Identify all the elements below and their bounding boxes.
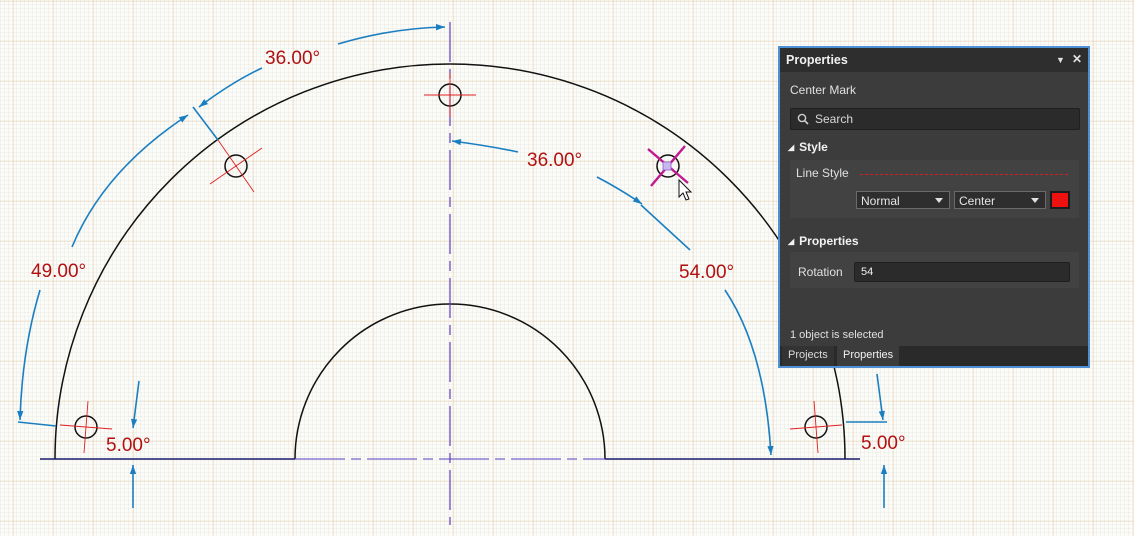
style-section-header[interactable]: ◢ Style [788, 140, 828, 154]
collapse-triangle-icon[interactable]: ◢ [788, 143, 794, 152]
panel-title: Properties [786, 53, 848, 67]
line-type-dropdown[interactable]: Center [954, 191, 1046, 209]
panel-menu-icon[interactable]: ▼ [1056, 55, 1065, 65]
chevron-down-icon [1031, 198, 1039, 203]
tab-properties[interactable]: Properties [837, 346, 900, 366]
panel-titlebar[interactable]: Properties ▼ ✕ [780, 48, 1088, 72]
line-width-value: Normal [861, 194, 900, 208]
selection-status: 1 object is selected [790, 329, 884, 341]
dim-text-right[interactable]: 36.00° [527, 150, 582, 171]
dim-text-left[interactable]: 49.00° [31, 261, 86, 282]
line-width-dropdown[interactable]: Normal [856, 191, 950, 209]
properties-section-header[interactable]: ◢ Properties [788, 234, 859, 248]
tab-projects[interactable]: Projects [782, 346, 834, 366]
rotation-label: Rotation [798, 265, 843, 279]
chevron-down-icon [935, 198, 943, 203]
close-icon[interactable]: ✕ [1072, 52, 1082, 66]
line-style-label: Line Style [796, 166, 849, 180]
dim-text-bottom-right[interactable]: 5.00° [861, 433, 906, 454]
style-section-label: Style [799, 140, 828, 154]
properties-panel[interactable]: Properties ▼ ✕ Center Mark Search ◢ Style… [778, 46, 1090, 368]
dim-text-far-right[interactable]: 54.00° [679, 262, 734, 283]
line-style-preview [860, 174, 1068, 175]
panel-tab-bar: Projects Properties [780, 346, 1088, 366]
dim-text-top[interactable]: 36.00° [265, 48, 320, 69]
object-type-label: Center Mark [790, 83, 857, 97]
rotation-input[interactable]: 54 [854, 262, 1070, 282]
collapse-triangle-icon[interactable]: ◢ [788, 237, 794, 246]
dim-text-bottom-left[interactable]: 5.00° [106, 435, 151, 456]
color-swatch-button[interactable] [1050, 191, 1070, 209]
search-input[interactable]: Search [790, 108, 1080, 130]
search-icon [797, 113, 809, 125]
properties-section-label: Properties [799, 234, 859, 248]
line-type-value: Center [959, 194, 996, 208]
search-placeholder: Search [815, 112, 854, 126]
